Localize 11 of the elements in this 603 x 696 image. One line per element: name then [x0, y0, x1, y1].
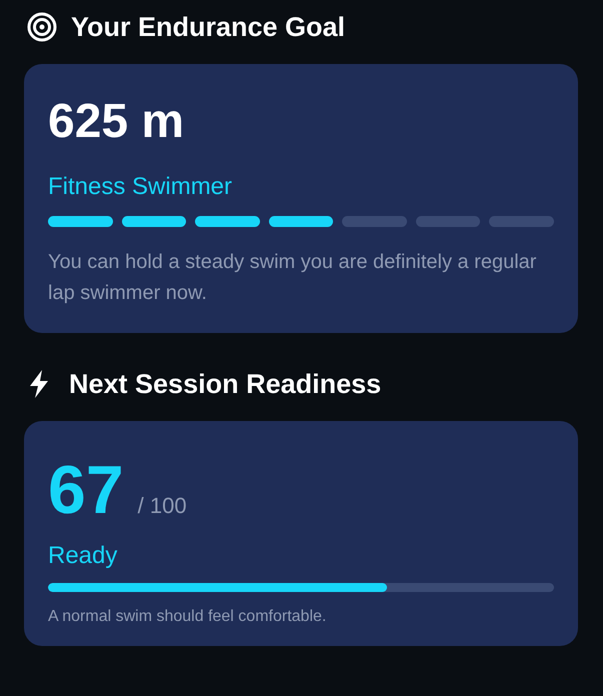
lightning-icon: [27, 369, 51, 399]
section-title: Next Session Readiness: [69, 368, 382, 400]
goal-distance: 625 m: [48, 94, 186, 150]
target-icon: [27, 12, 57, 42]
readiness-note: A normal swim should feel comfortable.: [48, 608, 328, 626]
section-title: Your Endurance Goal: [71, 12, 346, 42]
readiness-score: 67: [48, 451, 124, 529]
readiness-status: Ready: [48, 541, 118, 571]
goal-description: You can hold a steady swim you are definitely a regular lap swimmer now.: [48, 250, 538, 306]
level-name: Fitness Swimmer: [48, 172, 234, 202]
score-max: / 100: [138, 493, 187, 519]
